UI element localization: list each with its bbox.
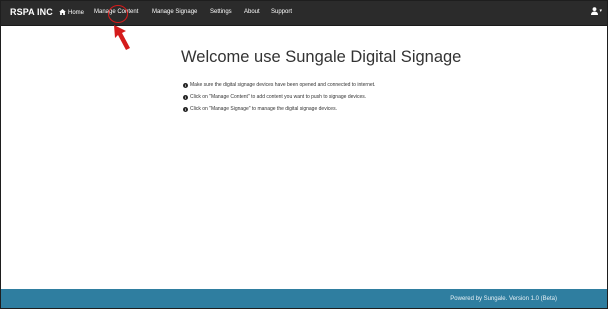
instruction-list: ! Make sure the digital signage devices … <box>183 79 375 115</box>
home-icon <box>59 9 66 15</box>
instruction-item: ! Click on "Manage Content" to add conte… <box>183 91 375 103</box>
nav-home[interactable]: Home <box>59 9 84 16</box>
top-navbar: RSPA INC Home Manage Content Manage Sign… <box>1 1 607 26</box>
info-icon: ! <box>183 82 188 88</box>
nav-settings[interactable]: Settings <box>210 9 232 15</box>
info-icon: ! <box>183 94 188 100</box>
info-icon: ! <box>183 106 188 112</box>
app-window: RSPA INC Home Manage Content Manage Sign… <box>0 0 608 309</box>
instruction-text: Make sure the digital signage devices ha… <box>190 82 376 88</box>
user-icon <box>591 7 599 15</box>
instruction-text: Click on "Manage Signage" to manage the … <box>190 106 337 112</box>
footer-credit: Powered by Sungale. Version 1.0 (Beta) <box>450 296 557 302</box>
instruction-text: Click on "Manage Content" to add content… <box>190 94 367 100</box>
nav-support[interactable]: Support <box>271 9 292 15</box>
main-content: Welcome use Sungale Digital Signage ! Ma… <box>1 26 607 289</box>
nav-manage-signage[interactable]: Manage Signage <box>152 9 197 15</box>
user-menu[interactable]: ▾ <box>591 7 602 15</box>
page-title: Welcome use Sungale Digital Signage <box>181 48 462 66</box>
brand-link[interactable]: RSPA INC <box>10 7 53 17</box>
chevron-down-icon: ▾ <box>599 8 602 14</box>
nav-home-label: Home <box>68 10 85 16</box>
footer-bar: Powered by Sungale. Version 1.0 (Beta) <box>1 289 607 308</box>
pointer-arrow-icon <box>114 25 130 50</box>
nav-about[interactable]: About <box>244 9 260 15</box>
instruction-item: ! Make sure the digital signage devices … <box>183 79 375 91</box>
highlight-circle <box>108 5 128 23</box>
instruction-item: ! Click on "Manage Signage" to manage th… <box>183 103 375 115</box>
